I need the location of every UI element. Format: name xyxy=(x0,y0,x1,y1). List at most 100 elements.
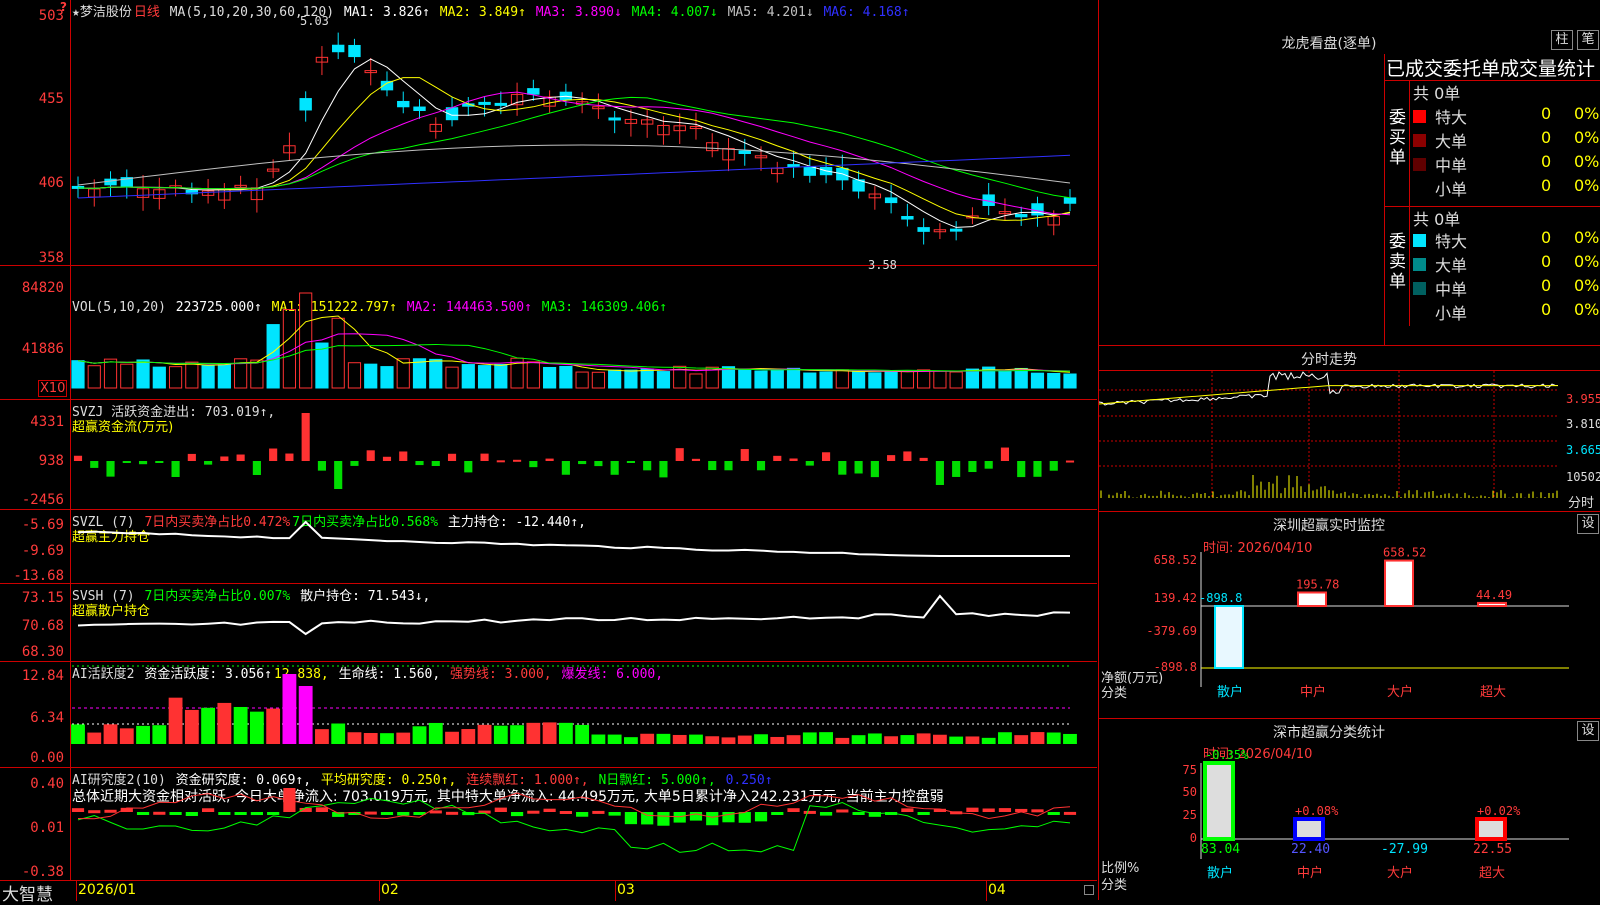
buy-label: 委买单 xyxy=(1389,108,1406,168)
activity-bar xyxy=(347,732,362,744)
dragon-panel: 龙虎看盘(逐单) 柱 笔 已成交委托单成交量统计 委买单 委卖单 共 0单 共 … xyxy=(1098,0,1600,346)
activity-bar xyxy=(1046,732,1061,744)
flow-bar xyxy=(171,461,180,477)
research-bar xyxy=(689,812,703,821)
flow-bar xyxy=(317,461,326,471)
volume-bar xyxy=(477,365,492,389)
flow-bar xyxy=(870,461,879,478)
research-bar xyxy=(429,810,442,814)
research-bar xyxy=(1063,811,1077,815)
svzl-panel[interactable]: -5.69 -9.69 -13.68 SVZL (7) 7日内买卖净占比0.47… xyxy=(0,510,1097,584)
flow-bar xyxy=(1000,447,1010,461)
svzl-chart[interactable] xyxy=(0,510,1097,584)
fenshi-panel[interactable]: 分时走势 3.955 3.810 3.665 10502 分时 xyxy=(1098,346,1600,512)
volume-bar xyxy=(152,366,166,389)
research-bar xyxy=(917,812,930,815)
research-bar xyxy=(510,812,524,817)
flow-bar xyxy=(1049,461,1058,471)
candle xyxy=(527,88,540,95)
activity-bar xyxy=(802,732,817,744)
flow-bar xyxy=(252,461,261,475)
szcls-chart[interactable]: -0.35% 83.04 散户 +0.08% 22.40 中户 -27.99 大户 +0.02%… xyxy=(1099,719,1600,900)
szmon-chart[interactable]: -898.8 散户 195.78 中户 658.52 大户 44.49 超大 xyxy=(1099,512,1600,719)
research-bar xyxy=(136,812,150,815)
flow-bar xyxy=(269,448,278,461)
volume-bar xyxy=(770,368,784,389)
activity-bar xyxy=(71,724,85,744)
xl-buy-swatch xyxy=(1413,110,1426,123)
kline-panel[interactable]: 503 455 406 358 ? ★梦洁股份 日线 MA(5,10,20,30,… xyxy=(0,0,1097,272)
sell-row-name: 小单 xyxy=(1435,304,1468,323)
research-bar xyxy=(966,807,979,812)
research-bar xyxy=(153,811,166,815)
volume-bar xyxy=(217,364,231,389)
intraday-chart[interactable] xyxy=(1099,346,1600,512)
volume-bar xyxy=(608,369,622,389)
sell-label: 委卖单 xyxy=(1389,232,1406,292)
volume-bar xyxy=(120,363,134,389)
activity-bar xyxy=(884,736,899,744)
volume-bar xyxy=(461,364,475,389)
sz-monitor-panel[interactable]: 深圳超赢实时监控 设 时间: 2026/04/10 658.52 139.42 … xyxy=(1098,512,1600,719)
activity-bar xyxy=(851,735,866,744)
szmon-cat: 大户 xyxy=(1387,684,1413,700)
volume-bar xyxy=(168,366,183,389)
flow-bar xyxy=(984,461,993,469)
flow-bar xyxy=(464,461,473,473)
dragon-title: 龙虎看盘(逐单) xyxy=(1281,36,1377,52)
research-bar xyxy=(771,812,784,815)
ai-activity-panel[interactable]: 12.84 6.34 0.00 AI活跃度2 资金活跃度: 3.056↑ 12.8… xyxy=(0,662,1097,768)
activity-bar xyxy=(119,728,134,744)
flow-bar xyxy=(1033,461,1042,477)
sz-class-panel[interactable]: 深市超赢分类统计 设 时间: 2026/04/10 75 50 25 0 比例%… xyxy=(1098,719,1600,900)
research-green-line xyxy=(77,797,1071,853)
research-bar xyxy=(250,812,263,816)
high-label: 5.03 xyxy=(300,14,329,28)
svzj-chart[interactable] xyxy=(0,400,1097,510)
flow-bar xyxy=(708,461,717,471)
svsh-panel[interactable]: 73.15 70.68 68.30 SVSH (7) 7日内买卖净占比0.007… xyxy=(0,584,1097,662)
szcls-bar xyxy=(1475,817,1507,841)
candle xyxy=(738,150,751,155)
candle xyxy=(787,164,800,168)
sell-row-name: 大单 xyxy=(1435,256,1468,275)
lock-icon[interactable] xyxy=(1084,885,1094,895)
m-sell-swatch xyxy=(1413,282,1426,295)
flow-bar xyxy=(187,453,196,461)
flow-bar xyxy=(73,455,83,461)
ai-research-panel[interactable]: 0.40 0.01 -0.38 AI研究度2(10) 资金研究度: 0.069↑… xyxy=(0,768,1097,880)
flow-bar xyxy=(773,455,782,461)
buy-row-pct: 0% xyxy=(1574,128,1600,147)
candlestick-chart[interactable] xyxy=(0,0,1097,266)
volume-bar xyxy=(250,359,264,389)
candle xyxy=(917,227,930,232)
volume-chart[interactable] xyxy=(0,266,1097,400)
flow-bar xyxy=(561,461,570,475)
activity-bar xyxy=(396,732,411,744)
szmon-bar xyxy=(1384,559,1414,607)
activity-bar xyxy=(363,733,378,744)
research-bar xyxy=(267,812,280,815)
volume-bar xyxy=(201,364,215,389)
research-bar xyxy=(218,812,231,815)
tick-view-button[interactable]: 笔 xyxy=(1577,30,1599,50)
buy-row-pct: 0% xyxy=(1574,176,1600,195)
ai-activity-chart[interactable] xyxy=(0,662,1097,768)
ai-research-chart[interactable] xyxy=(0,768,1097,880)
volume-bar xyxy=(835,369,849,389)
svzj-panel[interactable]: 4331 938 -2456 SVZJ 活跃资金进出: 703.019↑, 超赢… xyxy=(0,400,1097,510)
flow-bar xyxy=(919,457,928,461)
research-bar xyxy=(673,812,686,823)
activity-bar xyxy=(331,723,346,744)
research-bar xyxy=(397,812,410,816)
activity-bar xyxy=(542,722,557,744)
svsh-chart[interactable] xyxy=(0,584,1097,662)
xl-sell-swatch xyxy=(1413,234,1426,247)
volume-panel[interactable]: 84820 41886 X10 VOL(5,10,20) 223725.000↑… xyxy=(0,266,1097,400)
flow-bar xyxy=(740,449,749,461)
activity-bar xyxy=(672,734,687,744)
activity-bar xyxy=(640,733,655,744)
research-bar xyxy=(803,810,816,814)
ma-line xyxy=(77,96,1071,199)
bar-view-button[interactable]: 柱 xyxy=(1551,30,1573,50)
